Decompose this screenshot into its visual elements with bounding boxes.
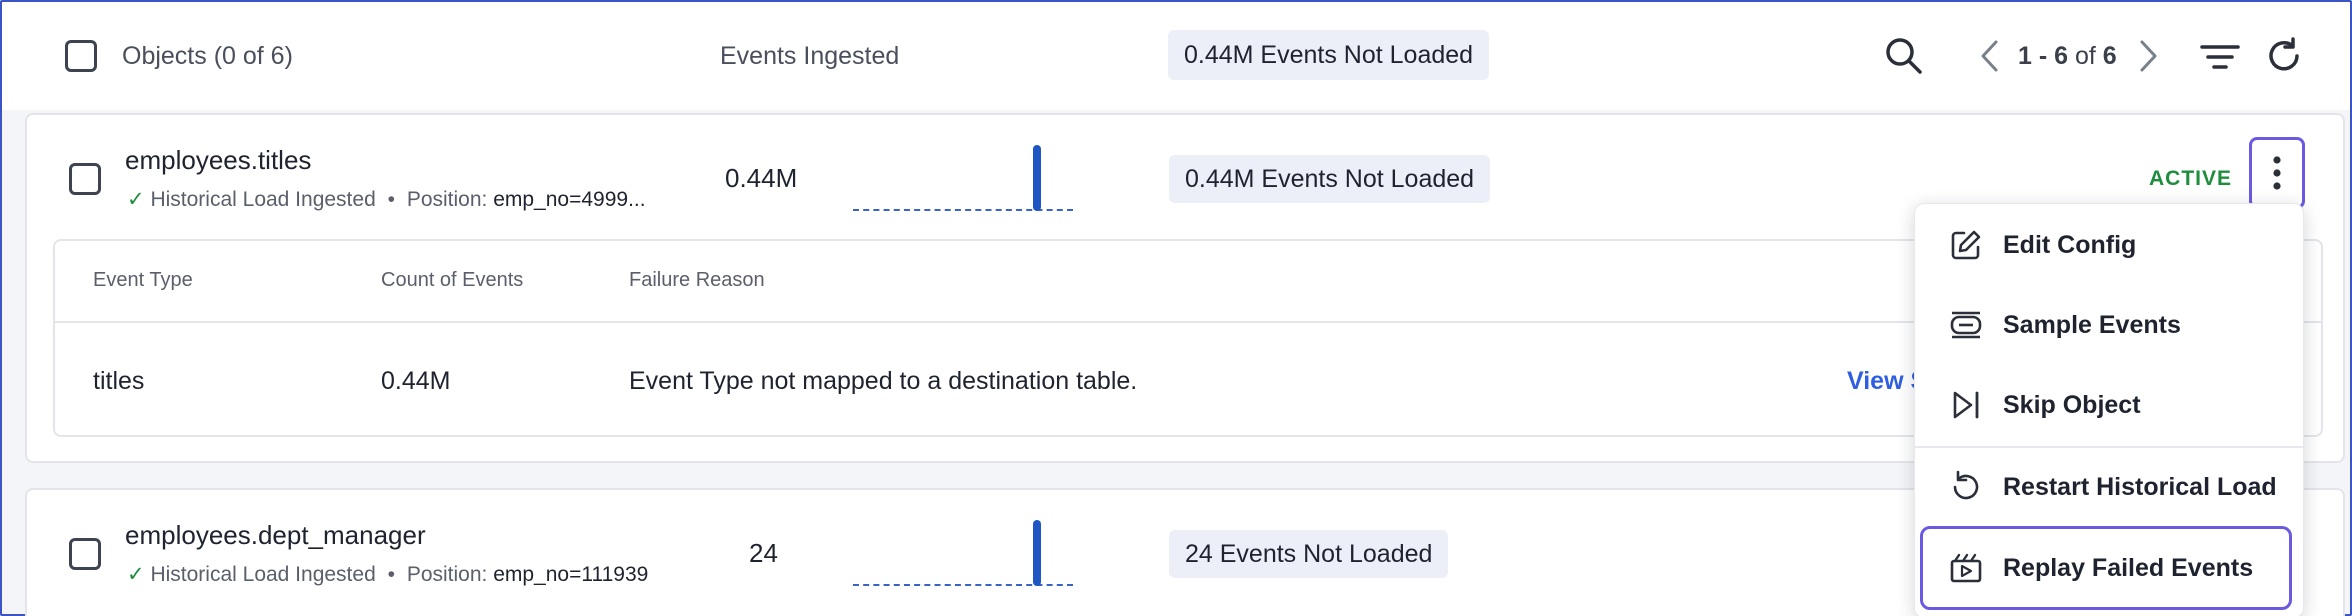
position-value: emp_no=4999... [493,188,646,211]
replay-icon [1950,553,1982,583]
sparkline-bar [1033,520,1041,586]
events-count: 0.44M [725,163,798,193]
not-loaded-badge: 24 Events Not Loaded [1169,530,1449,578]
sparkline [853,145,1073,215]
next-page-icon[interactable] [2136,38,2160,74]
row-checkbox[interactable] [69,163,101,195]
object-name[interactable]: employees.dept_manager [125,520,426,551]
menu-item-skip-object[interactable]: Skip Object [1915,372,2305,438]
menu-item-label: Replay Failed Events [2003,553,2254,582]
filter-icon[interactable] [2200,42,2240,72]
menu-item-edit-config[interactable]: Edit Config [1915,212,2305,278]
sparkline-bar [1033,145,1041,211]
bullet: • [387,188,395,211]
more-actions-button[interactable] [2249,137,2305,209]
pagination-label: 1 - 6 of 6 [2018,42,2117,71]
sample-icon [1950,311,1982,339]
menu-divider [1915,446,2303,448]
event-type-cell: titles [93,367,145,395]
position-label: Position: [406,563,488,586]
position-label: Position: [406,188,488,211]
column-header-reason: Failure Reason [629,269,765,291]
objects-count-label: Objects (0 of 6) [122,42,293,70]
column-header-event-type: Event Type [93,269,193,291]
not-loaded-badge: 0.44M Events Not Loaded [1169,155,1491,203]
menu-item-label: Restart Historical Load [2003,472,2277,501]
object-meta: ✓ Historical Load Ingested • Position: e… [127,562,648,587]
edit-icon [1951,230,1981,260]
skip-icon [1953,391,1979,419]
status-badge: ACTIVE [2149,167,2233,190]
restart-icon [1953,470,1979,500]
pagination-range: 1 - 6 [2018,42,2069,70]
check-icon: ✓ [127,563,145,586]
object-name[interactable]: employees.titles [125,145,311,176]
reason-cell: Event Type not mapped to a destination t… [629,367,1138,395]
app-frame: Objects (0 of 6) Events Ingested 0.44M E… [0,0,2352,616]
menu-item-sample-events[interactable]: Sample Events [1915,292,2305,358]
sparkline [853,520,1073,590]
status-text: Historical Load Ingested [150,563,376,586]
pagination-of: of [2074,42,2096,70]
refresh-icon[interactable] [2264,36,2304,76]
events-ingested-header: Events Ingested [720,42,900,70]
menu-item-replay-failed-events[interactable]: Replay Failed Events [1920,526,2292,610]
actions-menu: Edit Config Sample Events Skip Object Re… [1914,203,2304,616]
count-cell: 0.44M [381,367,451,395]
prev-page-icon[interactable] [1978,38,2002,74]
search-icon[interactable] [1884,36,1924,76]
menu-item-label: Skip Object [2003,390,2141,419]
events-count: 24 [749,538,778,568]
menu-item-label: Edit Config [2003,230,2137,259]
list-header: Objects (0 of 6) Events Ingested 0.44M E… [2,2,2350,110]
object-meta: ✓ Historical Load Ingested • Position: e… [127,187,646,212]
row-checkbox[interactable] [69,538,101,570]
pagination-total: 6 [2102,42,2117,70]
not-loaded-summary-badge: 0.44M Events Not Loaded [1168,30,1490,80]
check-icon: ✓ [127,188,145,211]
kebab-icon [2273,156,2281,190]
menu-item-restart-historical-load[interactable]: Restart Historical Load [1915,454,2305,520]
select-all-checkbox[interactable] [65,40,97,72]
column-header-count: Count of Events [381,269,524,291]
status-text: Historical Load Ingested [150,188,376,211]
menu-item-label: Sample Events [2003,310,2181,339]
bullet: • [387,563,395,586]
position-value: emp_no=111939 [493,563,649,586]
